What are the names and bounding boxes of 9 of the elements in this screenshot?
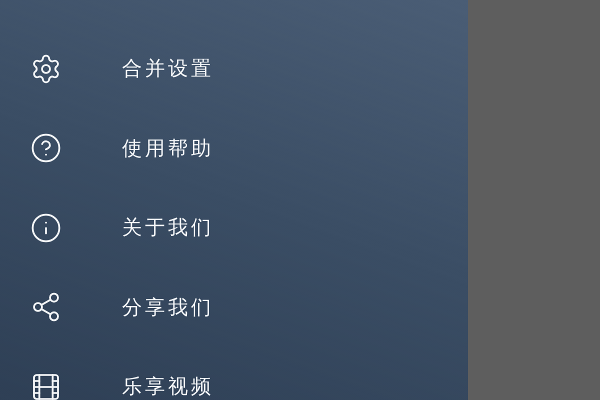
menu-item[interactable]: 乐享视频 bbox=[122, 373, 214, 400]
menu-item[interactable]: 合并设置 bbox=[122, 55, 214, 82]
share-icon bbox=[30, 291, 62, 324]
menu-item[interactable]: 使用帮助 bbox=[122, 134, 214, 162]
menu-item[interactable]: 分享我们 bbox=[122, 294, 214, 321]
info-icon bbox=[30, 212, 62, 244]
help-icon bbox=[30, 132, 62, 164]
menu-item[interactable]: 关于我们 bbox=[122, 214, 214, 242]
settings-icon bbox=[30, 52, 62, 85]
